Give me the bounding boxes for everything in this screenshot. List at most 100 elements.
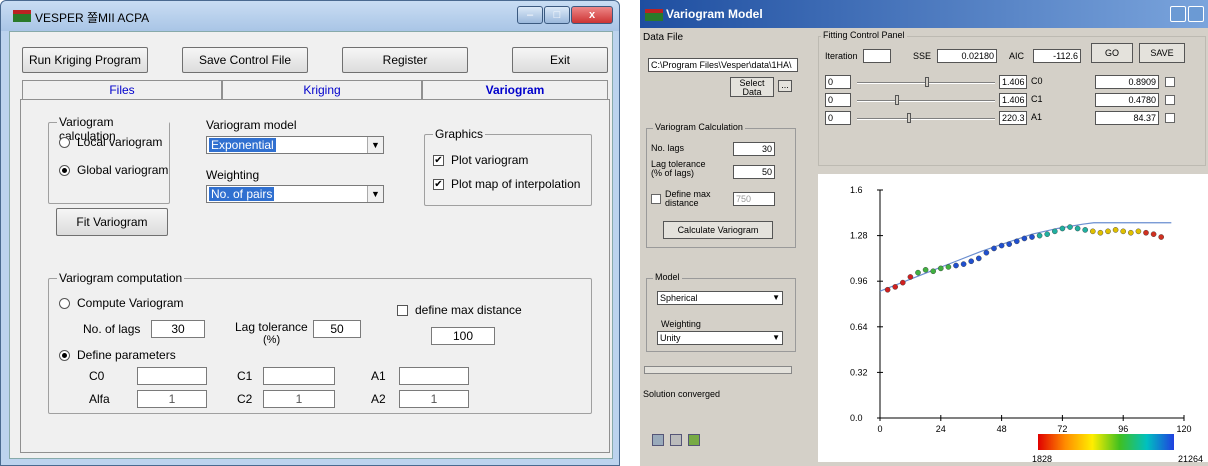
- a1-slider-thumb[interactable]: [907, 113, 911, 123]
- tab-files[interactable]: Files: [22, 80, 222, 100]
- compute-variogram-radio[interactable]: [59, 298, 70, 309]
- a1-value-input[interactable]: 84.37: [1095, 111, 1159, 125]
- tab-variogram[interactable]: Variogram: [422, 80, 608, 100]
- max-distance-input[interactable]: 750: [733, 192, 775, 206]
- data-point: [1082, 227, 1089, 233]
- dropdown-arrow-icon: ▼: [772, 333, 780, 342]
- no-of-lags-input[interactable]: 30: [151, 320, 205, 338]
- c0-min-input[interactable]: 0: [825, 75, 851, 89]
- data-point: [892, 284, 898, 290]
- c0-max-input[interactable]: 1.406: [999, 75, 1027, 89]
- no-lags-input[interactable]: 30: [733, 142, 775, 156]
- zoom-icon[interactable]: [688, 434, 700, 446]
- define-max-distance-label: define max distance: [415, 303, 522, 317]
- data-file-label: Data File: [643, 32, 684, 43]
- data-point: [968, 258, 974, 265]
- aic-input[interactable]: -112.6: [1033, 49, 1081, 63]
- plot-map-checkbox[interactable]: ✔: [433, 179, 444, 190]
- model-value: Spherical: [660, 293, 698, 303]
- weighting-label: Weighting: [206, 168, 260, 182]
- local-variogram-radio[interactable]: [59, 137, 70, 148]
- maximize-button[interactable]: □: [544, 6, 570, 24]
- weighting-value: No. of pairs: [209, 187, 275, 201]
- sse-label: SSE: [913, 51, 932, 61]
- aic-label: AIC: [1009, 51, 1025, 61]
- a1-input[interactable]: [399, 367, 469, 385]
- c1-fix-checkbox[interactable]: [1165, 95, 1175, 105]
- a2-label: A2: [371, 392, 386, 406]
- global-variogram-radio[interactable]: [59, 165, 70, 176]
- print-icon[interactable]: [670, 434, 682, 446]
- save-control-file-button[interactable]: Save Control File: [182, 47, 308, 73]
- compute-variogram-label: Compute Variogram: [77, 296, 184, 310]
- define-max-distance-checkbox[interactable]: [397, 305, 408, 316]
- variogram-model-select[interactable]: Exponential ▼: [206, 136, 384, 154]
- data-point: [991, 245, 997, 252]
- tab-kriging[interactable]: Kriging: [222, 80, 422, 100]
- c0-slider-thumb[interactable]: [925, 77, 929, 87]
- c2-input[interactable]: 1: [263, 390, 335, 408]
- browse-button[interactable]: ...: [778, 80, 792, 92]
- model-legend: Model: [653, 272, 682, 282]
- minimize-button[interactable]: –: [517, 6, 543, 24]
- register-button[interactable]: Register: [342, 47, 468, 73]
- variogram-calculation-legend: Variogram Calculation: [653, 122, 745, 132]
- app-icon: [13, 10, 31, 22]
- lag-tolerance-label: Lag tolerance (% of lags): [651, 159, 706, 178]
- maximize-button[interactable]: [1188, 6, 1204, 22]
- model-select[interactable]: Spherical ▼: [657, 291, 783, 305]
- a1-min-input[interactable]: 0: [825, 111, 851, 125]
- a1-slider-track[interactable]: [857, 118, 995, 120]
- x-tick-label: 96: [1118, 424, 1128, 434]
- a1-label: A1: [1031, 112, 1043, 122]
- data-point: [983, 249, 990, 256]
- define-max-distance-checkbox[interactable]: [651, 194, 661, 204]
- data-point: [1051, 228, 1058, 235]
- save-button[interactable]: SAVE: [1139, 43, 1185, 63]
- data-file-path-input[interactable]: C:\Program Files\Vesper\data\1HA\: [648, 58, 798, 72]
- go-button[interactable]: GO: [1091, 43, 1133, 63]
- c1-slider-thumb[interactable]: [895, 95, 899, 105]
- calculate-variogram-button[interactable]: Calculate Variogram: [663, 221, 773, 239]
- lag-tolerance-input[interactable]: 50: [733, 165, 775, 179]
- c0-input[interactable]: [137, 367, 207, 385]
- run-kriging-button[interactable]: Run Kriging Program: [22, 47, 148, 73]
- c0-label: C0: [1031, 76, 1043, 86]
- a2-input[interactable]: 1: [399, 390, 469, 408]
- c1-min-input[interactable]: 0: [825, 93, 851, 107]
- c1-slider-track[interactable]: [857, 100, 995, 102]
- fitting-control-panel: Fitting Control Panel Iteration SSE 0.02…: [818, 30, 1206, 166]
- c1-value-input[interactable]: 0.4780: [1095, 93, 1159, 107]
- color-scale-max: 21264: [1178, 454, 1204, 464]
- c1-input[interactable]: [263, 367, 335, 385]
- define-parameters-radio[interactable]: [59, 350, 70, 361]
- data-point: [1006, 241, 1012, 247]
- exit-button[interactable]: Exit: [512, 47, 608, 73]
- c0-value-input[interactable]: 0.8909: [1095, 75, 1159, 89]
- variogram-chart: 0.0 0.32 0.64 0.96 1.28 1.6 0 24 48 72 96 120: [850, 185, 1192, 434]
- a1-max-input[interactable]: 220.3: [999, 111, 1027, 125]
- define-max-distance-label: Define max distance: [665, 189, 711, 208]
- a1-fix-checkbox[interactable]: [1165, 113, 1175, 123]
- select-data-button[interactable]: Select Data: [730, 77, 774, 97]
- close-button[interactable]: x: [571, 6, 613, 24]
- plot-variogram-checkbox[interactable]: ✔: [433, 155, 444, 166]
- sse-input[interactable]: 0.02180: [937, 49, 997, 63]
- color-scale-bar: [1038, 434, 1174, 450]
- weighting-select[interactable]: No. of pairs ▼: [206, 185, 384, 203]
- c0-label: C0: [89, 369, 105, 383]
- c1-max-input[interactable]: 1.406: [999, 93, 1027, 107]
- max-distance-input[interactable]: 100: [431, 327, 495, 345]
- status-text: Solution converged: [643, 389, 721, 399]
- fit-variogram-button[interactable]: Fit Variogram: [56, 208, 168, 236]
- iteration-input[interactable]: [863, 49, 891, 63]
- data-point: [930, 268, 936, 275]
- data-point: [945, 264, 952, 270]
- plot-map-label: Plot map of interpolation: [451, 177, 581, 191]
- c0-fix-checkbox[interactable]: [1165, 77, 1175, 87]
- copy-icon[interactable]: [652, 434, 664, 446]
- weighting-select[interactable]: Unity ▼: [657, 331, 783, 345]
- alfa-input[interactable]: 1: [137, 390, 207, 408]
- minimize-button[interactable]: [1170, 6, 1186, 22]
- lag-tolerance-input[interactable]: 50: [313, 320, 361, 338]
